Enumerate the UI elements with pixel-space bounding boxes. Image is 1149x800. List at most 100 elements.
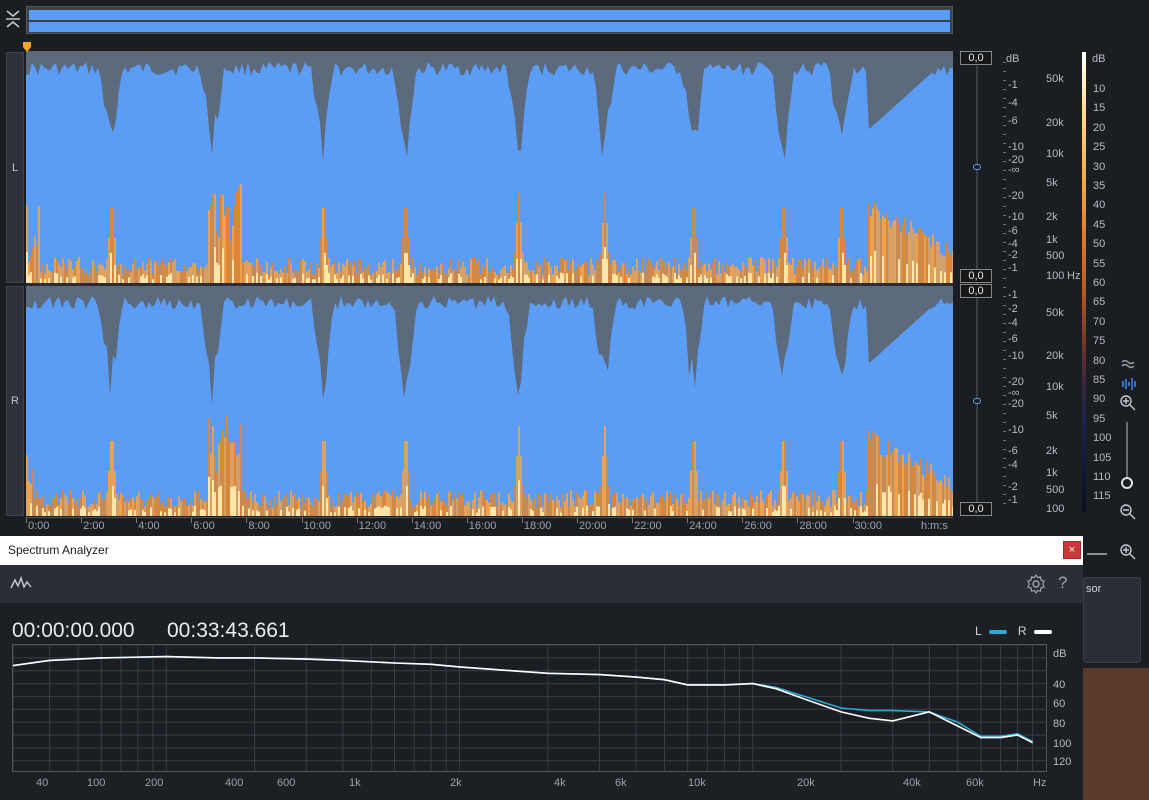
collapse-overview-icon[interactable]: [3, 6, 23, 32]
freq-tick-left: 100: [1046, 270, 1065, 282]
db-tick-left: -20: [1008, 190, 1024, 202]
close-button[interactable]: ×: [1063, 541, 1081, 559]
time-tick-label: 4:00: [138, 520, 160, 532]
x-tick-label: 60k: [966, 777, 984, 789]
freq-tick-right: 1k: [1046, 467, 1058, 479]
color-scale-tick: 30: [1093, 160, 1106, 173]
waveform-view-icon[interactable]: [1120, 356, 1138, 374]
scale-minor-tick: [1003, 440, 1006, 441]
time-tick: [26, 518, 27, 523]
y-tick-label: 100: [1053, 738, 1072, 750]
time-tick-label: 28:00: [799, 520, 827, 532]
time-tick: [301, 518, 303, 523]
db-tick-right: -1: [1008, 494, 1018, 506]
time-tick: [521, 518, 523, 523]
color-scale-unit: dB: [1092, 53, 1106, 65]
scale-minor-tick: [1003, 170, 1006, 171]
freq-tick-right: 100: [1046, 503, 1065, 515]
scale-minor-tick: [1003, 323, 1006, 324]
x-tick-label: 1k: [349, 777, 361, 789]
playhead-marker[interactable]: [22, 40, 32, 52]
x-tick-label: 100: [87, 777, 106, 789]
spectrum-plot[interactable]: [12, 644, 1047, 772]
time-tick: [136, 518, 138, 523]
scale-minor-tick: [1003, 314, 1006, 315]
gear-icon[interactable]: [1026, 573, 1046, 599]
color-scale-tick: 95: [1093, 412, 1106, 425]
vertical-zoom-track[interactable]: [1126, 422, 1128, 482]
scale-minor-tick: [1003, 125, 1006, 126]
db-tick-left: -10: [1008, 141, 1024, 153]
time-tick-label: 26:00: [744, 520, 772, 532]
freq-tick-right: 5k: [1046, 410, 1058, 422]
waveform-overview[interactable]: [26, 6, 953, 34]
y-tick-label: 40: [1053, 679, 1066, 691]
scale-minor-tick: [1003, 215, 1006, 216]
freq-tick-right: 2k: [1046, 445, 1058, 457]
scale-minor-tick: [1003, 269, 1006, 270]
y-tick-label: 60: [1053, 698, 1066, 710]
x-tick-label: 20k: [797, 777, 815, 789]
spectrum-analyzer-titlebar[interactable]: Spectrum Analyzer ×: [0, 536, 1083, 565]
db-tick-left: -1: [1008, 262, 1018, 274]
color-scale-tick: 70: [1093, 315, 1106, 328]
zoom-in-vertical-icon[interactable]: [1119, 394, 1137, 412]
scale-minor-tick: [1003, 143, 1006, 144]
scale-minor-tick: [1003, 503, 1006, 504]
scale-minor-tick: [1003, 98, 1006, 99]
level-knob-left[interactable]: [973, 164, 981, 170]
color-scale-tick: 35: [1093, 180, 1106, 192]
channel-label-left[interactable]: L: [6, 52, 24, 283]
scale-minor-tick: [1003, 251, 1006, 252]
time-tick: [246, 518, 248, 523]
db-tick-left: -6: [1008, 225, 1018, 237]
scale-minor-tick: [1003, 377, 1006, 378]
scale-minor-tick: [1003, 71, 1006, 72]
channel-label-right[interactable]: R: [6, 286, 24, 516]
channel-left-text: L: [11, 161, 19, 174]
help-button[interactable]: ?: [1058, 573, 1067, 593]
channel-right-spectrogram[interactable]: [26, 286, 953, 516]
scale-minor-tick: [1003, 332, 1006, 333]
spectrum-plot-svg: [12, 644, 1046, 771]
spectrum-analyzer-toolbar: ?: [0, 565, 1083, 604]
scale-minor-tick: [1003, 233, 1006, 234]
spectrogram-view-icon[interactable]: [1120, 375, 1138, 393]
color-scale-tick: 115: [1093, 490, 1111, 503]
time-tick-label: 30:00: [854, 520, 883, 532]
zoom-out-vertical-icon[interactable]: [1119, 503, 1137, 521]
freq-tick-right: 20k: [1046, 350, 1064, 362]
legend-r-label: R: [1017, 624, 1027, 638]
color-scale-tick: 100: [1093, 432, 1112, 445]
x-tick-label: 40: [36, 777, 49, 789]
x-tick-label: 4k: [554, 777, 566, 789]
vertical-zoom-handle[interactable]: [1121, 477, 1133, 489]
freq-tick-left: 500: [1046, 250, 1065, 262]
color-scale-tick: 60: [1093, 277, 1106, 289]
level-knob-right[interactable]: [973, 398, 981, 404]
freq-tick-left: 10k: [1046, 148, 1064, 160]
channel-left-spectrogram[interactable]: [26, 52, 953, 283]
db-tick-right: -2: [1008, 303, 1018, 315]
db-unit-label: dB: [1006, 53, 1020, 65]
side-panel-label: sor: [1086, 583, 1102, 595]
zoom-in-horizontal-icon[interactable]: [1119, 543, 1137, 561]
y-tick-label: 80: [1053, 718, 1066, 730]
color-scale-tick: 75: [1093, 335, 1106, 348]
time-axis[interactable]: 0:00 2:00 4:00 6:00 8:00 10:00 12:00 14:00 16:00…: [26, 517, 953, 536]
level-value-r-bottom: 0,0: [960, 502, 992, 516]
time-tick-label: 24:00: [689, 520, 717, 532]
legend-r-swatch: [1033, 629, 1052, 634]
x-tick-label: 10k: [688, 777, 706, 789]
spectrum-mode-icon[interactable]: [10, 575, 32, 596]
scale-minor-tick: [1003, 395, 1006, 396]
desktop-background: [1083, 668, 1149, 800]
scale-minor-tick: [1003, 152, 1006, 153]
db-tick-right: -6: [1008, 445, 1018, 457]
horizontal-zoom-track[interactable]: [1087, 553, 1107, 555]
time-unit-label: h:m:s: [921, 520, 948, 532]
color-scale-tick: 15: [1093, 102, 1106, 115]
freq-tick-right: 500: [1046, 484, 1065, 496]
color-scale-tick: 50: [1093, 238, 1106, 251]
color-scale-tick: 110: [1093, 471, 1111, 483]
